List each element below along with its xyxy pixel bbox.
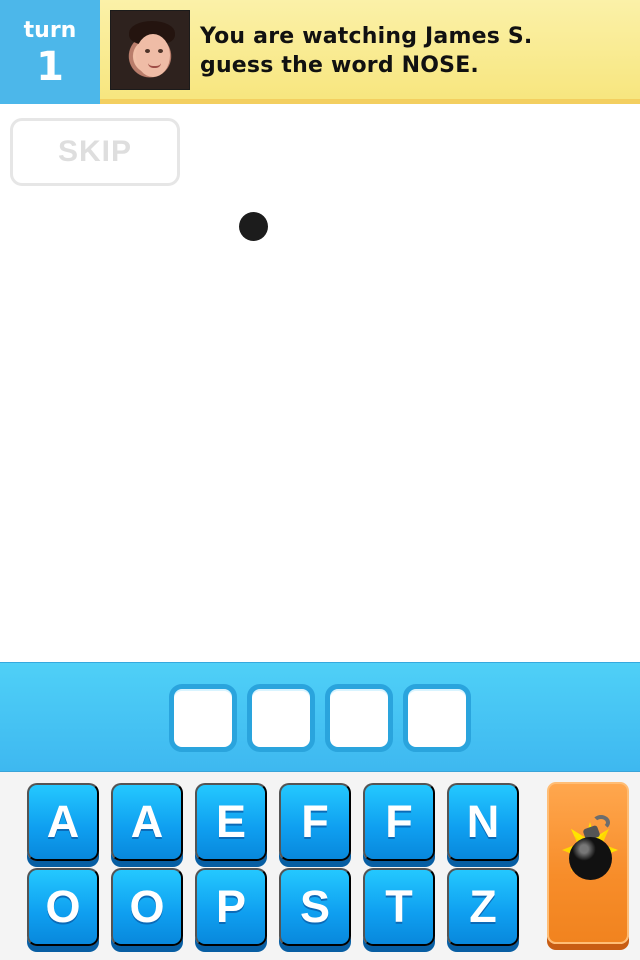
watching-message: You are watching James S. guess the word… — [200, 22, 620, 80]
letter-key-p[interactable]: P — [195, 868, 267, 946]
bomb-icon — [569, 837, 612, 880]
letter-key-n[interactable]: N — [447, 783, 519, 861]
letter-key-f-1[interactable]: F — [279, 783, 351, 861]
skip-button[interactable]: SKIP — [10, 118, 180, 186]
answer-slot-4[interactable] — [403, 684, 471, 752]
bomb-button[interactable] — [547, 782, 629, 944]
drawing-dot — [239, 212, 268, 241]
draw-something-guess-screen: turn 1 You are watching James S. guess t… — [0, 0, 640, 960]
turn-box: turn 1 — [0, 0, 100, 104]
letter-key-o-1[interactable]: O — [27, 868, 99, 946]
watching-message-line-1: You are watching James S. — [200, 24, 533, 49]
answer-slot-2[interactable] — [247, 684, 315, 752]
letter-key-f-2[interactable]: F — [363, 783, 435, 861]
letter-key-o-2[interactable]: O — [111, 868, 183, 946]
turn-label: turn — [23, 18, 77, 43]
letter-key-a-1[interactable]: A — [27, 783, 99, 861]
answer-slot-1[interactable] — [169, 684, 237, 752]
turn-number: 1 — [36, 44, 64, 90]
avatar-eye-left — [145, 49, 150, 53]
avatar-face — [136, 34, 170, 77]
avatar-eye-right — [158, 49, 163, 53]
drawing-canvas — [0, 190, 640, 662]
watching-message-line-2: guess the word NOSE. — [200, 53, 479, 78]
player-avatar — [110, 10, 190, 90]
letter-key-z[interactable]: Z — [447, 868, 519, 946]
turn-header: turn 1 You are watching James S. guess t… — [0, 0, 640, 104]
watching-banner: You are watching James S. guess the word… — [100, 0, 640, 104]
letter-key-a-2[interactable]: A — [111, 783, 183, 861]
letter-key-s[interactable]: S — [279, 868, 351, 946]
answer-slot-3[interactable] — [325, 684, 393, 752]
letter-key-e[interactable]: E — [195, 783, 267, 861]
answer-strip — [0, 662, 640, 772]
letter-key-t[interactable]: T — [363, 868, 435, 946]
